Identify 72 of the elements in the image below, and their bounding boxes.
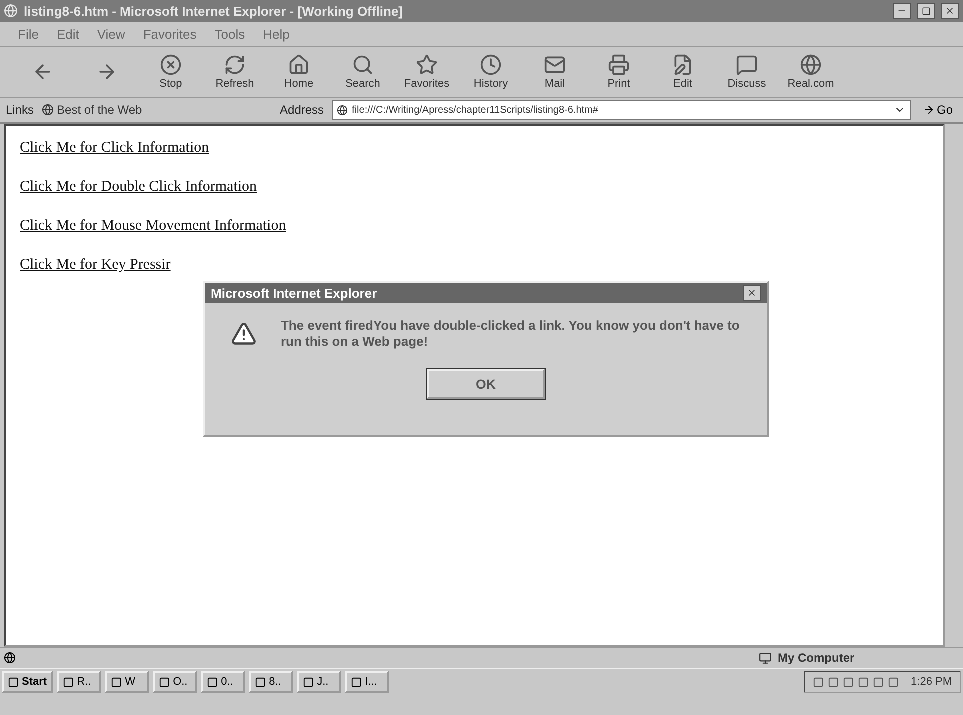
taskbar-button[interactable]: I... — [345, 671, 390, 693]
app-icon — [63, 676, 74, 688]
app-icon — [303, 676, 314, 688]
tray-icon[interactable] — [858, 676, 870, 688]
toolbar-button[interactable]: Favorites — [398, 49, 456, 95]
page-link[interactable]: Click Me for Click Information — [20, 140, 210, 157]
maximize-button[interactable] — [917, 3, 935, 19]
start-button[interactable]: Start — [2, 671, 54, 693]
arrow-icon — [922, 104, 935, 116]
star-icon — [416, 54, 438, 76]
taskbar-button[interactable]: 0.. — [201, 671, 246, 693]
tray-icon[interactable] — [813, 676, 824, 688]
go-button[interactable]: Go — [918, 103, 957, 117]
stop-icon — [160, 54, 182, 76]
refresh-icon — [224, 54, 246, 76]
windows-logo-icon — [8, 676, 19, 688]
toolbar-button[interactable]: Discuss — [718, 49, 776, 95]
close-icon — [945, 6, 955, 16]
dialog-message: The event firedYou have double-clicked a link. You know you don't have to run this on a Web page! — [280, 318, 741, 350]
toolbar-button[interactable]: Print — [590, 49, 648, 95]
close-button[interactable] — [941, 3, 959, 19]
address-field[interactable]: file:///C:/Writing/Apress/chapter11Scripts/listing8-6.htm# — [332, 100, 911, 120]
tray-icon[interactable] — [873, 676, 884, 688]
toolbar-button[interactable]: Search — [334, 49, 392, 95]
taskbar-button[interactable]: O.. — [153, 671, 198, 693]
speech-bubble-icon — [736, 54, 758, 76]
browser-icon — [4, 4, 18, 18]
home-icon — [288, 54, 310, 76]
close-icon — [747, 288, 757, 298]
tray-icon[interactable] — [888, 676, 900, 688]
page-link[interactable]: Click Me for Key Pressir — [20, 257, 171, 274]
taskbar-button[interactable]: W — [105, 671, 150, 693]
app-icon — [255, 676, 266, 688]
toolbar-button[interactable]: Refresh — [206, 49, 264, 95]
ok-button[interactable]: OK — [427, 369, 545, 399]
minimize-button[interactable] — [893, 3, 911, 19]
tray-icon[interactable] — [828, 676, 840, 688]
zone-label: My Computer — [778, 651, 855, 665]
taskbar-button[interactable]: R.. — [57, 671, 102, 693]
app-icon — [111, 676, 122, 688]
link-button[interactable]: Best of the Web — [42, 103, 272, 117]
app-icon — [159, 676, 170, 688]
toolbar-button[interactable]: History — [462, 49, 520, 95]
toolbar-button[interactable]: Real.com — [782, 49, 840, 95]
dialog-title: Microsoft Internet Explorer — [211, 286, 378, 300]
page-icon — [42, 104, 54, 116]
app-icon — [207, 676, 218, 688]
maximize-icon — [922, 6, 930, 16]
toolbar-button[interactable]: Mail — [526, 49, 584, 95]
globe-icon — [800, 54, 822, 76]
app-icon — [351, 676, 362, 688]
toolbar-button[interactable]: Home — [270, 49, 328, 95]
printer-icon — [608, 54, 630, 76]
links-label: Links — [6, 103, 34, 117]
window-title: listing8-6.htm - Microsoft Internet Explorer - [Working Offline] — [24, 4, 404, 18]
tray-icon[interactable] — [843, 676, 854, 688]
page-icon — [337, 104, 348, 116]
page-link[interactable]: Click Me for Mouse Movement Information — [20, 218, 286, 235]
pencil-page-icon — [672, 54, 694, 76]
clock-icon — [480, 54, 502, 76]
address-label: Address — [280, 103, 324, 117]
clock: 1:26 PM — [911, 676, 952, 688]
taskbar-button[interactable]: 8.. — [249, 671, 294, 693]
page-link[interactable]: Click Me for Double Click Information — [20, 179, 258, 196]
toolbar-button[interactable]: Edit — [654, 49, 712, 95]
toolbar-button[interactable]: Stop — [142, 49, 200, 95]
mail-icon — [544, 54, 566, 76]
computer-icon — [759, 652, 772, 664]
page-icon — [4, 652, 16, 664]
search-icon — [352, 54, 374, 76]
close-button[interactable] — [743, 285, 761, 301]
taskbar-button[interactable]: J.. — [297, 671, 342, 693]
